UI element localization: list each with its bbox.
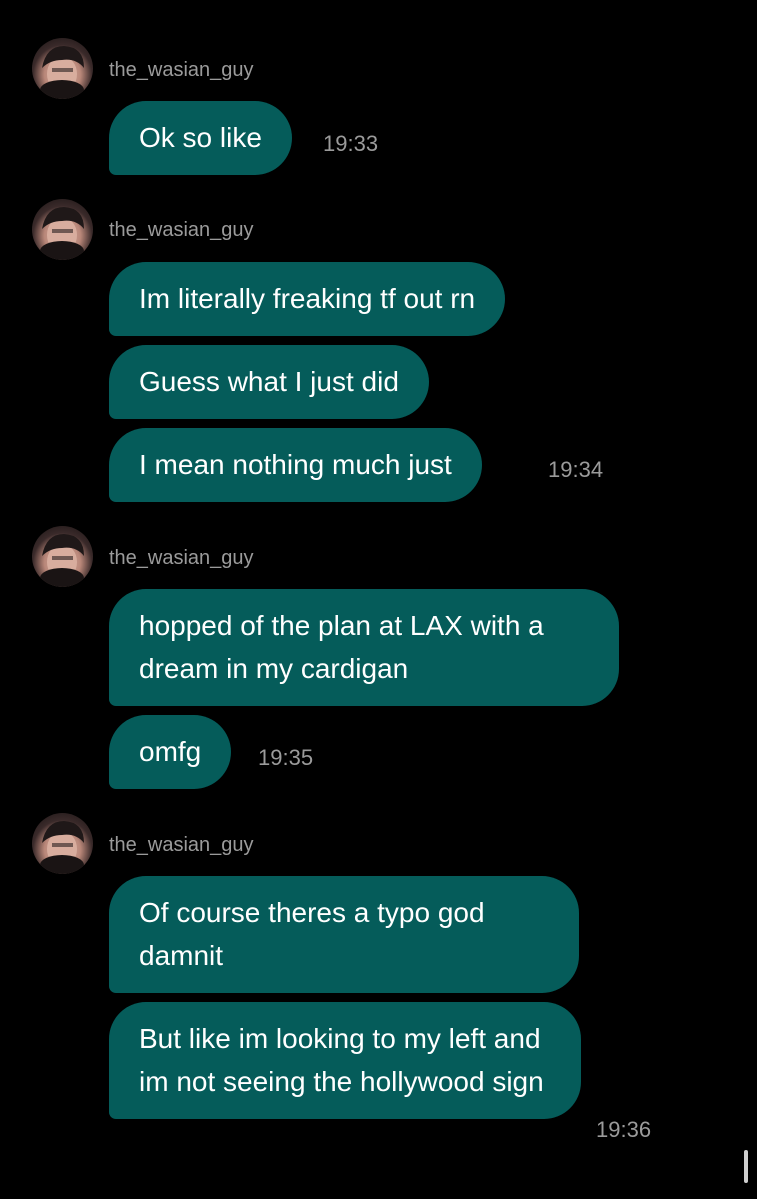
scrollbar-thumb[interactable] [744, 1150, 748, 1183]
message-bubble[interactable]: hopped of the plan at LAX with a dream i… [109, 589, 619, 706]
sender-username[interactable]: the_wasian_guy [109, 833, 254, 857]
profile-photo-icon [40, 207, 84, 260]
profile-photo-icon [40, 821, 84, 874]
message-timestamp: 19:33 [323, 131, 379, 156]
message-bubble[interactable]: I mean nothing much just [109, 428, 482, 502]
sender-username[interactable]: the_wasian_guy [109, 546, 254, 570]
profile-photo-icon [40, 46, 84, 99]
message-bubble[interactable]: Im literally freaking tf out rn [109, 262, 506, 336]
avatar[interactable] [32, 813, 93, 874]
avatar[interactable] [32, 38, 93, 99]
profile-photo-icon [40, 534, 84, 587]
message-timestamp: 19:34 [548, 457, 604, 482]
message-bubble[interactable]: Of course theres a typo god damnit [109, 876, 579, 993]
chat-thread[interactable]: the_wasian_guy Ok so like 19:33 the_wasi… [0, 0, 757, 1199]
message-timestamp: 19:35 [258, 745, 314, 770]
sender-username[interactable]: the_wasian_guy [109, 58, 254, 82]
message-timestamp: 19:36 [596, 1117, 652, 1142]
sender-username[interactable]: the_wasian_guy [109, 218, 254, 242]
message-bubble[interactable]: Guess what I just did [109, 345, 429, 419]
message-bubble[interactable]: But like im looking to my left and im no… [109, 1002, 581, 1119]
avatar[interactable] [32, 526, 93, 587]
avatar[interactable] [32, 199, 93, 260]
message-bubble[interactable]: omfg [109, 715, 232, 789]
message-bubble[interactable]: Ok so like [109, 101, 292, 175]
